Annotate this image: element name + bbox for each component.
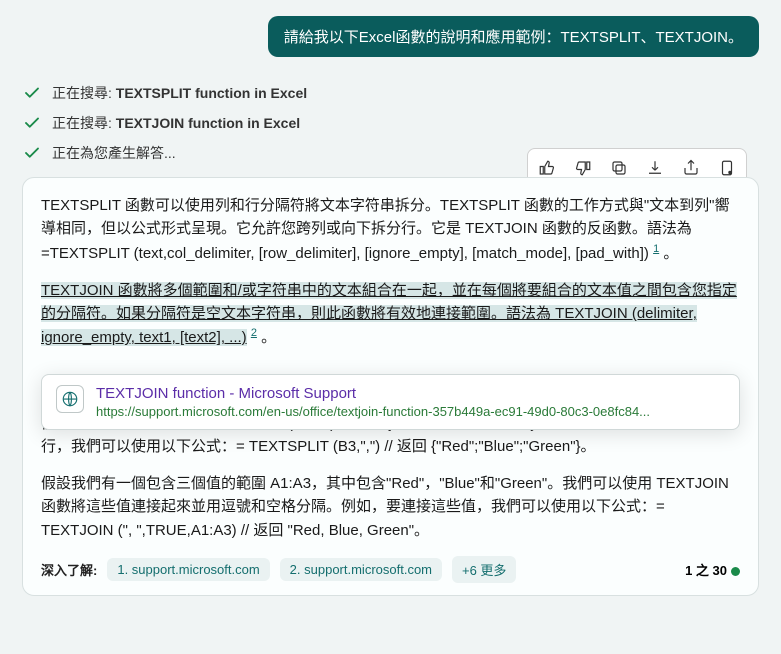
status-search-2: 正在搜尋: TEXTJOIN function in Excel [22, 113, 759, 133]
check-icon [22, 113, 42, 133]
textjoin-link[interactable]: TEXTJOIN 函數將多個範圍和/或字符串中的文本組合在一起，並在每個將要組合… [41, 282, 737, 347]
citation-1[interactable]: 1 [653, 243, 659, 255]
answer-paragraph-1: TEXTSPLIT 函數可以使用列和行分隔符將文本字符串拆分。TEXTSPLIT… [41, 194, 740, 265]
tooltip-url: https://support.microsoft.com/en-us/offi… [96, 404, 725, 419]
citation-2[interactable]: 2 [251, 327, 257, 339]
source-link-2[interactable]: 2. support.microsoft.com [280, 558, 442, 581]
pager-label: 1 之 30 [685, 560, 740, 579]
answer-paragraph-4: 假設我們有一個包含三個值的範圍 A1:A3，其中包含"Red"，"Blue"和"… [41, 472, 740, 542]
more-sources-button[interactable]: +6 更多 [452, 556, 516, 583]
check-icon [22, 143, 42, 163]
status-search-1: 正在搜尋: TEXTSPLIT function in Excel [22, 83, 759, 103]
answer-footer: 深入了解: 1. support.microsoft.com 2. suppor… [41, 556, 740, 583]
globe-icon [56, 385, 84, 413]
check-icon [22, 83, 42, 103]
status-dot-icon [731, 567, 740, 576]
tooltip-title: TEXTJOIN function - Microsoft Support [96, 385, 725, 402]
answer-card: TEXTSPLIT 函數可以使用列和行分隔符將文本字符串拆分。TEXTSPLIT… [22, 177, 759, 596]
answer-paragraph-2: TEXTJOIN 函數將多個範圍和/或字符串中的文本組合在一起，並在每個將要組合… [41, 279, 740, 350]
learn-more-label: 深入了解: [41, 560, 97, 579]
user-message-bubble: 請給我以下Excel函數的說明和應用範例：TEXTSPLIT、TEXTJOIN。 [268, 16, 759, 57]
source-link-1[interactable]: 1. support.microsoft.com [107, 558, 269, 581]
link-preview-tooltip[interactable]: TEXTJOIN function - Microsoft Support ht… [41, 374, 740, 430]
